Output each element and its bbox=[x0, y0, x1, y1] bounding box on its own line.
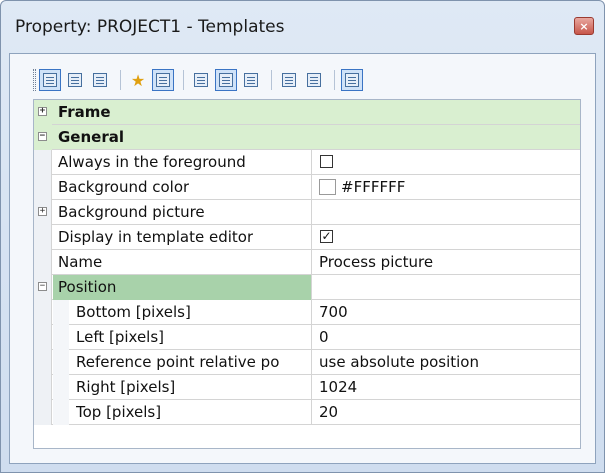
property-value[interactable] bbox=[311, 150, 580, 175]
toolbar-grip[interactable] bbox=[33, 69, 36, 91]
property-value[interactable]: 1024 bbox=[311, 375, 580, 400]
category-row-frame[interactable]: + Frame bbox=[34, 100, 580, 125]
list-detail-view-icon[interactable] bbox=[303, 69, 325, 91]
property-name: Left [pixels] bbox=[76, 328, 165, 346]
bottom-value: 700 bbox=[319, 303, 348, 321]
property-window: Property: PROJECT1 - Templates × ★ + Fra… bbox=[0, 0, 605, 473]
title-bar[interactable]: Property: PROJECT1 - Templates × bbox=[1, 1, 604, 53]
row-gutter bbox=[34, 300, 52, 325]
property-name: Display in template editor bbox=[58, 228, 254, 246]
property-value[interactable]: ✓ bbox=[311, 225, 580, 250]
row-gutter: + bbox=[34, 200, 52, 225]
collapse-icon[interactable]: − bbox=[38, 132, 47, 141]
row-gutter bbox=[34, 400, 52, 425]
property-row-name[interactable]: Name Process picture bbox=[34, 250, 580, 275]
property-name: Bottom [pixels] bbox=[76, 303, 191, 321]
property-name: Background picture bbox=[58, 203, 205, 221]
name-value: Process picture bbox=[319, 253, 434, 271]
property-row-background-picture[interactable]: + Background picture bbox=[34, 200, 580, 225]
properties-view-icon[interactable] bbox=[152, 69, 174, 91]
property-row-top[interactable]: Top [pixels] 20 bbox=[34, 400, 580, 425]
indent-gutter bbox=[53, 400, 69, 425]
property-name: Frame bbox=[58, 103, 111, 121]
property-name: Name bbox=[58, 253, 103, 271]
row-gutter: + bbox=[34, 100, 52, 125]
toolbar-separator bbox=[120, 70, 121, 90]
indent-gutter bbox=[53, 350, 69, 375]
property-value[interactable]: Process picture bbox=[311, 250, 580, 275]
toolbar-separator bbox=[183, 70, 184, 90]
property-name: General bbox=[58, 128, 124, 146]
property-name: Top [pixels] bbox=[76, 403, 162, 421]
row-gutter: − bbox=[34, 125, 52, 150]
toolbar-separator bbox=[334, 70, 335, 90]
row-gutter bbox=[34, 325, 52, 350]
property-row-right[interactable]: Right [pixels] 1024 bbox=[34, 375, 580, 400]
expand-icon[interactable]: + bbox=[38, 207, 47, 216]
property-value[interactable]: 700 bbox=[311, 300, 580, 325]
display-template-editor-checkbox[interactable]: ✓ bbox=[320, 230, 333, 243]
category-row-general[interactable]: − General bbox=[34, 125, 580, 150]
background-color-value: #FFFFFF bbox=[341, 178, 406, 196]
row-gutter bbox=[34, 375, 52, 400]
indent-gutter bbox=[53, 375, 69, 400]
property-value[interactable]: use absolute position bbox=[311, 350, 580, 375]
property-row-reference-point[interactable]: Reference point relative po use absolute… bbox=[34, 350, 580, 375]
always-foreground-checkbox[interactable] bbox=[320, 155, 333, 168]
property-row-bottom[interactable]: Bottom [pixels] 700 bbox=[34, 300, 580, 325]
left-value: 0 bbox=[319, 328, 329, 346]
row-gutter bbox=[34, 150, 52, 175]
top-value: 20 bbox=[319, 403, 339, 421]
property-value[interactable] bbox=[311, 200, 580, 225]
property-row-display-template-editor[interactable]: Display in template editor ✓ bbox=[34, 225, 580, 250]
row-gutter bbox=[34, 175, 52, 200]
row-gutter bbox=[34, 250, 52, 275]
property-value[interactable]: #FFFFFF bbox=[311, 175, 580, 200]
categorized-view-icon[interactable] bbox=[39, 69, 61, 91]
page-view-icon[interactable] bbox=[64, 69, 86, 91]
collapse-icon[interactable]: − bbox=[38, 282, 47, 291]
row-gutter bbox=[34, 350, 52, 375]
indent-gutter bbox=[53, 325, 69, 350]
indent-gutter bbox=[53, 300, 69, 325]
property-value[interactable] bbox=[311, 275, 580, 300]
property-name: Always in the foreground bbox=[58, 153, 246, 171]
property-row-background-color[interactable]: Background color #FFFFFF bbox=[34, 175, 580, 200]
property-value[interactable]: 0 bbox=[311, 325, 580, 350]
close-button[interactable]: × bbox=[574, 17, 594, 35]
expand-view-icon[interactable] bbox=[240, 69, 262, 91]
property-name: Reference point relative po bbox=[76, 353, 280, 371]
toolbar-separator bbox=[271, 70, 272, 90]
color-swatch[interactable] bbox=[319, 179, 336, 195]
property-name: Right [pixels] bbox=[76, 378, 176, 396]
right-value: 1024 bbox=[319, 378, 358, 396]
property-grid: + Frame − General Always in the foregrou… bbox=[33, 99, 581, 449]
object-view-icon[interactable] bbox=[190, 69, 212, 91]
collapse-view-icon[interactable] bbox=[215, 69, 237, 91]
property-row-left[interactable]: Left [pixels] 0 bbox=[34, 325, 580, 350]
favorites-icon[interactable]: ★ bbox=[127, 69, 149, 91]
property-row-always-foreground[interactable]: Always in the foreground bbox=[34, 150, 580, 175]
toolbar: ★ bbox=[33, 66, 581, 94]
property-value[interactable]: 20 bbox=[311, 400, 580, 425]
property-name: Position bbox=[58, 278, 117, 296]
list-view-icon[interactable] bbox=[89, 69, 111, 91]
summary-view-icon[interactable] bbox=[341, 69, 363, 91]
property-row-position[interactable]: − Position bbox=[34, 275, 580, 300]
expand-icon[interactable]: + bbox=[38, 107, 47, 116]
grid-view-icon[interactable] bbox=[278, 69, 300, 91]
window-title: Property: PROJECT1 - Templates bbox=[15, 17, 285, 37]
row-gutter bbox=[34, 225, 52, 250]
property-panel: ★ + Frame − General Always in the foregr… bbox=[9, 53, 596, 464]
row-gutter: − bbox=[34, 275, 52, 300]
reference-point-value: use absolute position bbox=[319, 353, 479, 371]
property-name: Background color bbox=[58, 178, 190, 196]
